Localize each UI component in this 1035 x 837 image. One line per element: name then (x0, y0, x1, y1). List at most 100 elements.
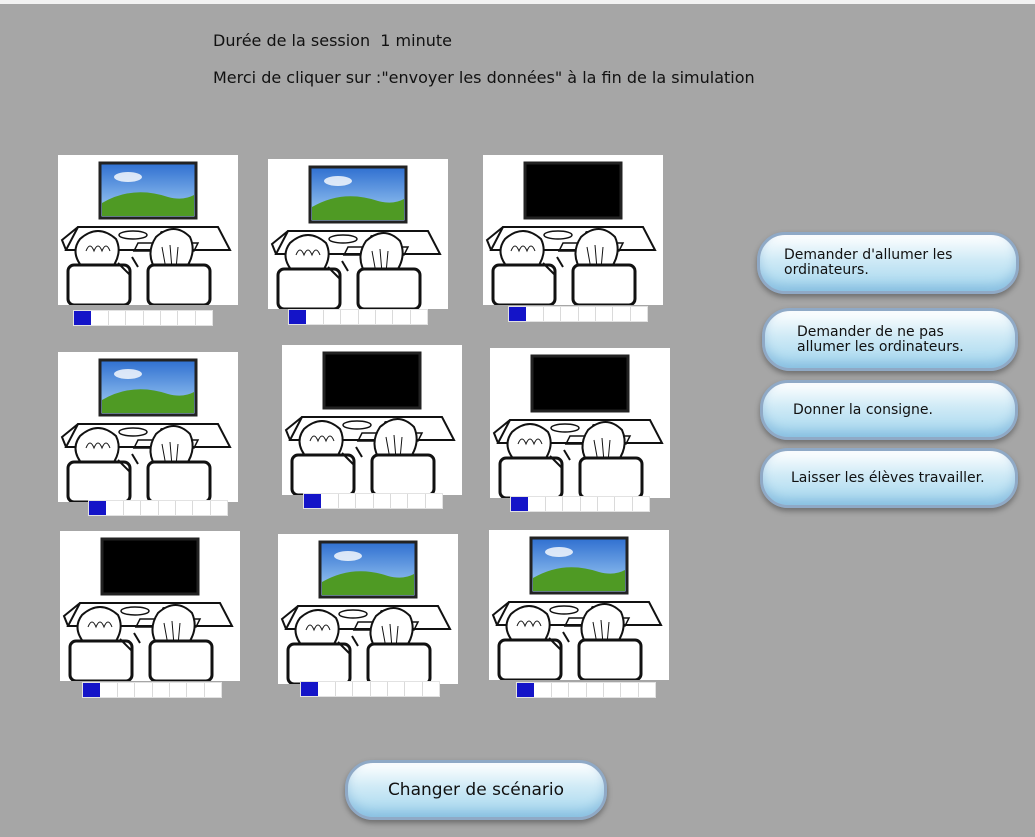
top-bar (0, 0, 1035, 4)
session-duration: Durée de la session 1 minute (213, 31, 452, 50)
progress-segment (106, 501, 124, 515)
progress-segment (89, 501, 107, 515)
progress-segment (211, 501, 227, 515)
progress-segment (579, 307, 596, 321)
progress-segment (141, 501, 159, 515)
progress-segment (633, 497, 649, 511)
progress-segment (301, 682, 319, 696)
progress-segment (569, 683, 587, 697)
ask-turn-on-button[interactable]: Demander d'allumer les ordinateurs. (757, 232, 1019, 294)
progress-segment (341, 310, 359, 324)
give-instruction-label: Donner la consigne. (793, 401, 933, 418)
computer-on-illustration (270, 165, 442, 309)
progress-segment (153, 683, 170, 697)
let-students-work-button[interactable]: Laisser les élèves travailler. (760, 448, 1018, 508)
progress-segment (339, 494, 357, 508)
let-students-work-label: Laisser les élèves travailler. (791, 469, 985, 486)
progress-segment (631, 307, 647, 321)
progress-segment (528, 497, 546, 511)
computer-off-illustration (492, 354, 664, 498)
station-2 (268, 159, 448, 309)
progress-segment (423, 682, 439, 696)
progress-segment (411, 310, 427, 324)
give-instruction-button[interactable]: Donner la consigne. (760, 380, 1018, 440)
progress-segment (159, 501, 176, 515)
progress-segment (534, 683, 552, 697)
computer-on-illustration (60, 161, 232, 305)
progress-segment (509, 307, 527, 321)
station-progress-bar (300, 681, 440, 697)
progress-segment (546, 497, 564, 511)
progress-segment (359, 310, 376, 324)
computer-on-illustration (60, 358, 232, 502)
station-7 (60, 531, 240, 681)
progress-segment (91, 311, 109, 325)
progress-segment (405, 682, 423, 696)
progress-segment (193, 501, 211, 515)
computer-on-illustration (280, 540, 452, 684)
change-scenario-label: Changer de scénario (387, 779, 565, 800)
station-9 (489, 530, 669, 680)
progress-segment (587, 683, 604, 697)
progress-segment (639, 683, 655, 697)
progress-segment (321, 494, 339, 508)
station-progress-bar (508, 306, 648, 322)
progress-segment (581, 497, 598, 511)
station-progress-bar (288, 309, 428, 325)
station-progress-bar (510, 496, 650, 512)
progress-segment (426, 494, 442, 508)
change-scenario-button[interactable]: Changer de scénario (345, 760, 607, 820)
progress-segment (376, 310, 394, 324)
station-progress-bar (516, 682, 656, 698)
progress-segment (544, 307, 562, 321)
progress-segment (353, 682, 371, 696)
progress-segment (408, 494, 426, 508)
ask-turn-on-label: Demander d'allumer les ordinateurs. (784, 247, 953, 278)
progress-segment (613, 307, 631, 321)
progress-segment (196, 311, 212, 325)
computer-on-illustration (491, 536, 663, 680)
progress-segment (74, 311, 92, 325)
progress-segment (124, 501, 142, 515)
station-3 (483, 155, 663, 305)
progress-segment (176, 501, 194, 515)
computer-off-illustration (284, 351, 456, 495)
station-progress-bar (303, 493, 443, 509)
progress-segment (596, 307, 614, 321)
station-progress-bar (88, 500, 228, 516)
progress-segment (100, 683, 118, 697)
progress-segment (356, 494, 374, 508)
station-5 (282, 345, 462, 495)
progress-segment (161, 311, 179, 325)
progress-segment (118, 683, 136, 697)
progress-segment (561, 307, 579, 321)
progress-segment (144, 311, 161, 325)
progress-segment (205, 683, 221, 697)
progress-segment (517, 683, 535, 697)
progress-segment (391, 494, 409, 508)
progress-segment (304, 494, 322, 508)
station-progress-bar (82, 682, 222, 698)
progress-segment (511, 497, 529, 511)
progress-segment (109, 311, 127, 325)
progress-segment (393, 310, 411, 324)
station-8 (278, 534, 458, 684)
progress-segment (83, 683, 101, 697)
station-progress-bar (73, 310, 213, 326)
progress-segment (126, 311, 144, 325)
progress-segment (178, 311, 196, 325)
progress-segment (336, 682, 354, 696)
session-instruction: Merci de cliquer sur :"envoyer les donné… (213, 68, 755, 87)
progress-segment (526, 307, 544, 321)
progress-segment (306, 310, 324, 324)
ask-not-turn-on-button[interactable]: Demander de ne pas allumer les ordinateu… (762, 308, 1018, 371)
progress-segment (374, 494, 391, 508)
ask-not-turn-on-label: Demander de ne pas allumer les ordinateu… (797, 323, 964, 355)
progress-segment (289, 310, 307, 324)
progress-segment (388, 682, 406, 696)
computer-off-illustration (485, 161, 657, 305)
progress-segment (563, 497, 581, 511)
progress-segment (615, 497, 633, 511)
station-6 (490, 348, 670, 498)
progress-segment (170, 683, 188, 697)
